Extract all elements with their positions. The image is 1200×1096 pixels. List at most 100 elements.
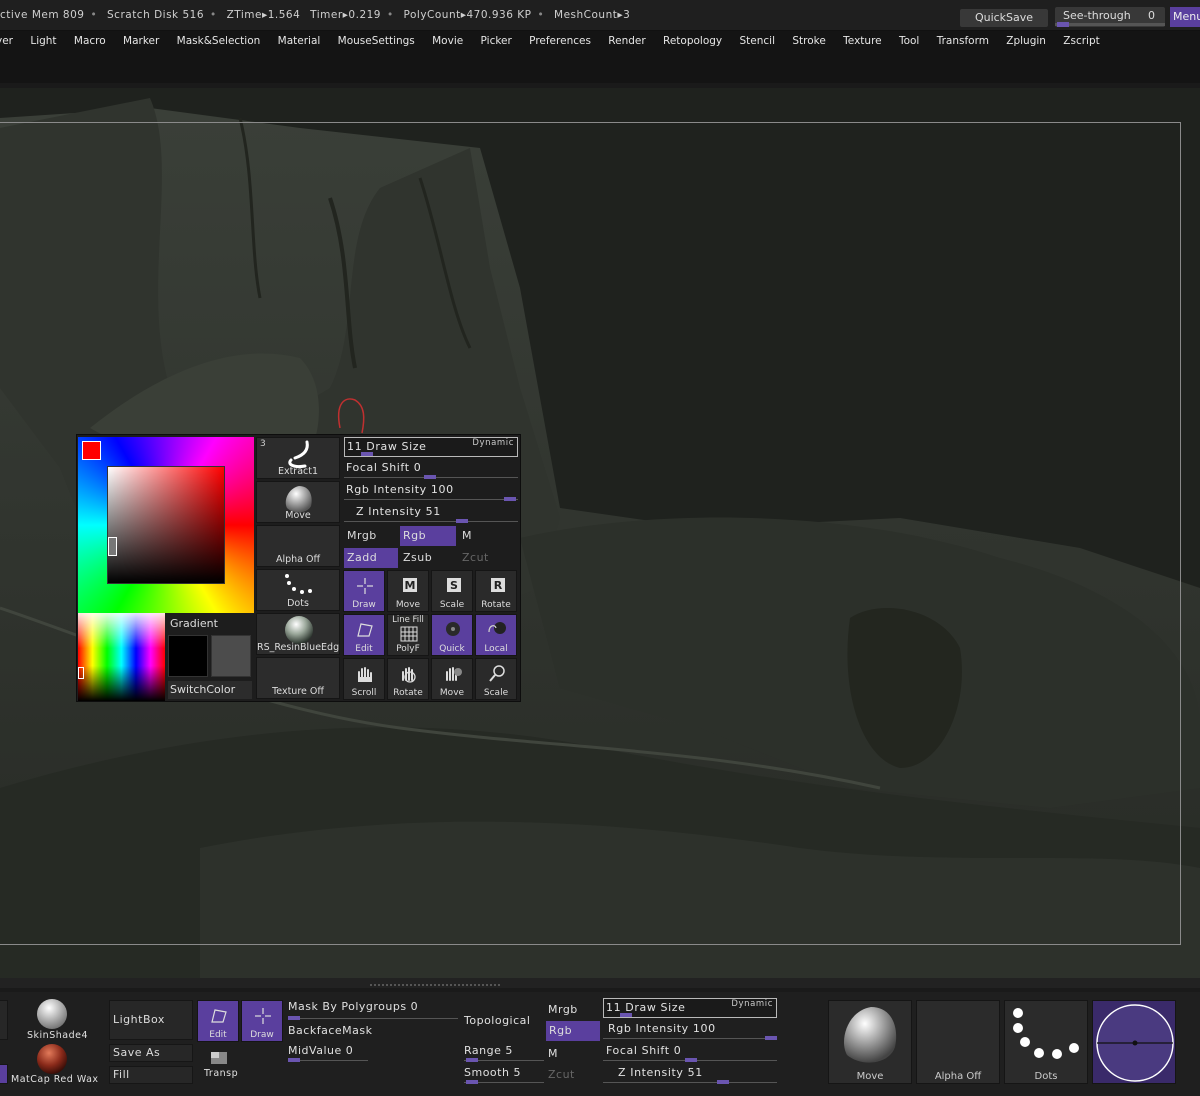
local-button[interactable]: Local [475,614,517,656]
menu-item-texture[interactable]: Texture [843,35,881,47]
zcut-button[interactable]: Zcut [459,548,515,568]
menu-item-mousesettings[interactable]: MouseSettings [338,35,415,47]
m-button[interactable]: M [459,526,489,546]
see-through-slider[interactable]: See-through 0 [1055,7,1165,27]
brush-thumbnail[interactable]: 3 Extract1 [256,437,340,479]
shelf-dynamic-toggle[interactable]: Dynamic [731,999,773,1009]
move-view-button[interactable]: Move [431,658,473,700]
main-color-swatch[interactable] [82,441,101,460]
z-intensity-knob[interactable] [456,519,468,523]
brush2-label: Move [285,510,311,521]
stroke-thumbnail[interactable]: Dots [256,569,340,611]
quick-button[interactable]: Quick [431,614,473,656]
menu-item-material[interactable]: Material [278,35,321,47]
menu-item-preferences[interactable]: Preferences [529,35,591,47]
switchcolor-button[interactable]: SwitchColor [168,681,252,699]
draw-mode-button[interactable]: Draw [343,570,385,612]
range-knob[interactable] [466,1058,478,1062]
midvalue-knob[interactable] [288,1058,300,1062]
menu-item-stroke[interactable]: Stroke [792,35,825,47]
edit-mode-button[interactable]: Edit [343,614,385,656]
polyf-button[interactable]: Line Fill PolyF [387,614,429,656]
mask-by-polygroups-track[interactable] [288,1018,458,1019]
menu-item-zscript[interactable]: Zscript [1063,35,1099,47]
fill-button[interactable]: Fill [109,1066,193,1084]
menus-button[interactable]: Menus [1170,7,1200,27]
scroll-button[interactable]: Scroll [343,658,385,700]
shelf-rgb-intensity-knob[interactable] [765,1036,777,1040]
navigation-gizmo[interactable] [1092,1000,1176,1084]
skinshade-sphere-icon[interactable] [36,998,68,1030]
shelf-focal-shift-knob[interactable] [685,1058,697,1062]
menu-item-mask-selection[interactable]: Mask&Selection [177,35,261,47]
midvalue-track[interactable] [288,1060,368,1061]
alpha-thumbnail[interactable]: Alpha Off [256,525,340,567]
rgb-intensity-slider[interactable]: Rgb Intensity 100 [344,481,518,501]
rotate-view-button[interactable]: Rotate [387,658,429,700]
menu-item-tool[interactable]: Tool [899,35,919,47]
save-as-button[interactable]: Save As [109,1044,193,1062]
menu-item-render[interactable]: Render [608,35,645,47]
rotate-mode-button[interactable]: R Rotate [475,570,517,612]
see-through-knob[interactable] [1057,22,1069,27]
menu-item-transform[interactable]: Transform [937,35,989,47]
color-spectrum[interactable] [78,613,165,701]
shelf-rgb-intensity-slider[interactable]: Rgb Intensity 100 [603,1020,777,1040]
rgb-intensity-knob[interactable] [504,497,516,501]
transp-icon[interactable] [208,1050,230,1066]
material-thumbnail[interactable]: RS_ResinBlueEdge [256,613,340,655]
shelf-alpha-thumbnail[interactable]: Alpha Off [916,1000,1000,1084]
spectrum-cursor[interactable] [78,667,84,679]
menu-item-marker[interactable]: Marker [123,35,159,47]
shelf-mrgb-button[interactable]: Mrgb [548,1003,578,1016]
menu-item-stencil[interactable]: Stencil [740,35,776,47]
shelf-z-intensity-knob[interactable] [717,1080,729,1084]
shelf-draw-button[interactable]: Draw [241,1000,283,1042]
shelf-m-button[interactable]: M [548,1047,558,1060]
shelf-draw-size-slider[interactable]: 11 Draw Size Dynamic [603,998,777,1018]
focal-shift-knob[interactable] [424,475,436,479]
menu-item[interactable]: yer [0,35,13,47]
menu-item-picker[interactable]: Picker [481,35,512,47]
topological-button[interactable]: Topological [464,1014,530,1027]
gradient-label[interactable]: Gradient [170,617,218,630]
shelf-draw-size-knob[interactable] [620,1013,632,1017]
backfacemask-button[interactable]: BackfaceMask [288,1024,372,1037]
scale-view-button[interactable]: Scale [475,658,517,700]
smooth-knob[interactable] [466,1080,478,1084]
shelf-brush-thumbnail[interactable]: Move [828,1000,912,1084]
move-mode-button[interactable]: M Move [387,570,429,612]
shelf-rgb-button[interactable]: Rgb [546,1021,600,1041]
texture-thumbnail[interactable]: Texture Off [256,657,340,699]
gradient-color-swatch[interactable] [211,635,251,677]
lightbox-button[interactable]: LightBox [109,1000,193,1040]
mrgb-button[interactable]: Mrgb [344,526,398,546]
draw-size-slider[interactable]: 11 Draw Size Dynamic [344,437,518,457]
menu-item-zplugin[interactable]: Zplugin [1006,35,1046,47]
zadd-button[interactable]: Zadd [344,548,398,568]
matcap-red-wax-sphere-icon[interactable] [36,1043,68,1075]
mask-by-polygroups-knob[interactable] [288,1016,300,1020]
focal-shift-slider[interactable]: Focal Shift 0 [344,459,518,479]
shelf-focal-shift-slider[interactable]: Focal Shift 0 [603,1042,777,1062]
brush2-thumbnail[interactable]: Move [256,481,340,523]
shelf-z-intensity-slider[interactable]: Z Intensity 51 [603,1064,777,1084]
color-picker-cursor[interactable] [108,537,117,556]
draw-size-knob[interactable] [361,452,373,456]
shelf-stroke-thumbnail[interactable]: Dots [1004,1000,1088,1084]
shelf-zcut-button[interactable]: Zcut [548,1068,575,1081]
dynamic-toggle[interactable]: Dynamic [472,438,514,448]
menu-item-light[interactable]: Light [30,35,56,47]
rgb-button[interactable]: Rgb [400,526,456,546]
menu-item-retopology[interactable]: Retopology [663,35,722,47]
zsub-button[interactable]: Zsub [400,548,456,568]
menu-item-movie[interactable]: Movie [432,35,463,47]
secondary-color-swatch[interactable] [168,635,208,677]
menu-item-macro[interactable]: Macro [74,35,106,47]
scale-mode-button[interactable]: S Scale [431,570,473,612]
quicksave-button[interactable]: QuickSave [960,9,1048,27]
z-intensity-slider[interactable]: Z Intensity 51 [344,503,518,523]
shelf-grip[interactable] [370,984,500,992]
color-picker-square[interactable] [107,466,225,584]
shelf-edit-button[interactable]: Edit [197,1000,239,1042]
